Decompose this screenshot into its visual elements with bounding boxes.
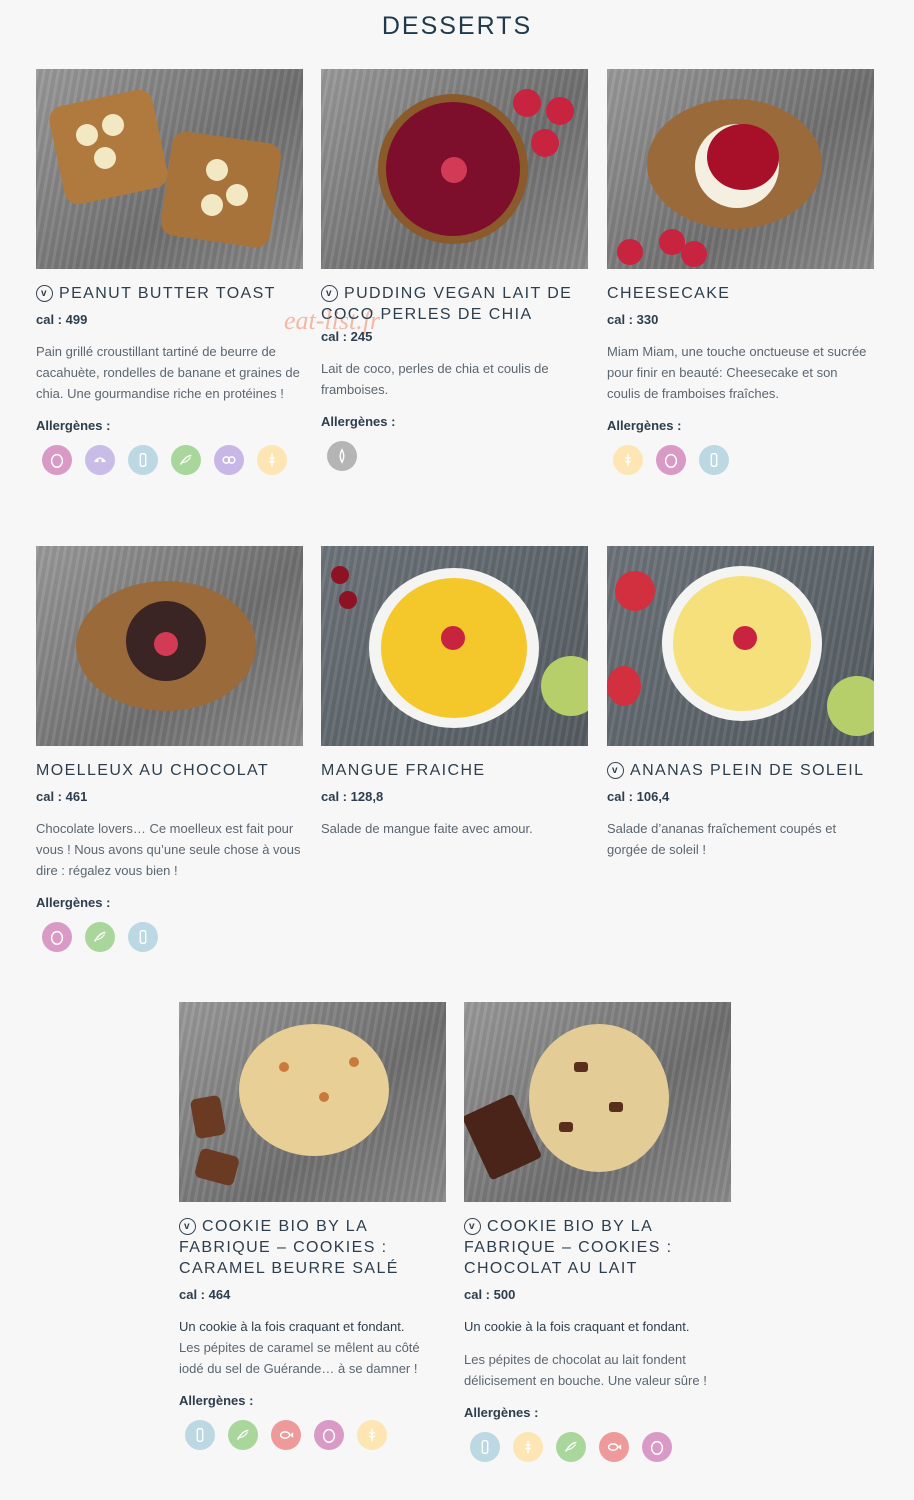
product-card-pudding-vegan[interactable]: v PUDDING VEGAN LAIT DE COCO PERLES DE CH… [321, 69, 588, 471]
allergen-list [42, 445, 303, 475]
product-image[interactable] [36, 546, 303, 746]
allergens-label: Allergènes : [464, 1405, 539, 1420]
milk-allergen-icon [128, 445, 158, 475]
peanut-allergen-icon [228, 1420, 258, 1450]
egg-allergen-icon [314, 1420, 344, 1450]
allergen-list [470, 1432, 731, 1462]
egg-allergen-icon [42, 445, 72, 475]
product-description: Salade d’ananas fraîchement coupés et go… [607, 821, 837, 857]
product-description-strong: Un cookie à la fois craquant et fondant. [464, 1319, 690, 1334]
peanut-allergen-icon [85, 922, 115, 952]
product-card-peanut-butter-toast[interactable]: v PEANUT BUTTER TOAST cal : 499 Pain gril… [36, 69, 303, 475]
product-card-moelleux[interactable]: MOELLEUX AU CHOCOLAT cal : 461 Chocolate… [36, 546, 303, 952]
product-card-cookie-chocolat[interactable]: v COOKIE BIO BY LA FABRIQUE – COOKIES : C… [464, 1002, 731, 1462]
page-title: DESSERTS [381, 12, 533, 40]
calories: cal : 499 [36, 312, 88, 327]
calories: cal : 245 [321, 329, 373, 344]
vegan-icon: v [179, 1218, 196, 1235]
peanut-allergen-icon [556, 1432, 586, 1462]
product-image[interactable] [607, 546, 874, 746]
egg-allergen-icon [642, 1432, 672, 1462]
milk-allergen-icon [128, 922, 158, 952]
product-image[interactable] [179, 1002, 446, 1202]
fish-allergen-icon [271, 1420, 301, 1450]
product-description-strong: Un cookie à la fois craquant et fondant. [179, 1319, 405, 1334]
product-description: Miam Miam, une touche onctueuse et sucré… [607, 344, 867, 401]
product-card-mangue[interactable]: MANGUE FRAICHE cal : 128,8 Salade de man… [321, 546, 588, 839]
gluten-allergen-icon [257, 445, 287, 475]
allergens-label: Allergènes : [36, 895, 111, 910]
allergens-label: Allergènes : [179, 1393, 254, 1408]
milk-allergen-icon [185, 1420, 215, 1450]
product-card-cheesecake[interactable]: CHEESECAKE cal : 330 Miam Miam, une touc… [607, 69, 874, 475]
egg-allergen-icon [42, 922, 72, 952]
calories: cal : 464 [179, 1287, 231, 1302]
product-image[interactable] [321, 546, 588, 746]
milk-allergen-icon [699, 445, 729, 475]
gluten-allergen-icon [513, 1432, 543, 1462]
vegan-icon: v [321, 285, 338, 302]
sesame-allergen-icon [327, 441, 357, 471]
allergen-list [185, 1420, 446, 1450]
product-description: Les pépites de caramel se mêlent au côté… [179, 1340, 420, 1376]
product-image[interactable] [464, 1002, 731, 1202]
gluten-allergen-icon [613, 445, 643, 475]
product-name[interactable]: v COOKIE BIO BY LA FABRIQUE – COOKIES : C… [179, 1216, 446, 1279]
milk-allergen-icon [470, 1432, 500, 1462]
product-description: Les pépites de chocolat au lait fondent … [464, 1352, 707, 1388]
product-image[interactable] [321, 69, 588, 269]
peanut-allergen-icon [171, 445, 201, 475]
fish-allergen-icon [599, 1432, 629, 1462]
vegan-icon: v [607, 762, 624, 779]
allergen-list [42, 922, 303, 952]
product-name[interactable]: v COOKIE BIO BY LA FABRIQUE – COOKIES : C… [464, 1216, 731, 1279]
product-description: Pain grillé croustillant tartiné de beur… [36, 344, 300, 401]
soy-allergen-icon [85, 445, 115, 475]
product-name[interactable]: MOELLEUX AU CHOCOLAT [36, 760, 303, 781]
calories: cal : 500 [464, 1287, 516, 1302]
product-card-ananas[interactable]: v ANANAS PLEIN DE SOLEIL cal : 106,4 Sala… [607, 546, 874, 860]
allergen-list [327, 441, 588, 471]
egg-allergen-icon [656, 445, 686, 475]
calories: cal : 128,8 [321, 789, 384, 804]
product-name[interactable]: v PUDDING VEGAN LAIT DE COCO PERLES DE CH… [321, 283, 588, 325]
calories: cal : 461 [36, 789, 88, 804]
vegan-icon: v [36, 285, 53, 302]
allergens-label: Allergènes : [321, 414, 396, 429]
product-name[interactable]: v ANANAS PLEIN DE SOLEIL [607, 760, 874, 781]
product-description: Chocolate lovers… Ce moelleux est fait p… [36, 821, 301, 878]
nuts-allergen-icon [214, 445, 244, 475]
allergens-label: Allergènes : [607, 418, 682, 433]
product-name[interactable]: MANGUE FRAICHE [321, 760, 588, 781]
gluten-allergen-icon [357, 1420, 387, 1450]
product-image[interactable] [607, 69, 874, 269]
vegan-icon: v [464, 1218, 481, 1235]
product-name[interactable]: CHEESECAKE [607, 283, 874, 304]
calories: cal : 330 [607, 312, 659, 327]
calories: cal : 106,4 [607, 789, 670, 804]
allergens-label: Allergènes : [36, 418, 111, 433]
product-description: Lait de coco, perles de chia et coulis d… [321, 361, 549, 397]
product-description: Salade de mangue faite avec amour. [321, 821, 533, 836]
product-name[interactable]: v PEANUT BUTTER TOAST [36, 283, 303, 304]
allergen-list [613, 445, 874, 475]
product-card-cookie-caramel[interactable]: v COOKIE BIO BY LA FABRIQUE – COOKIES : C… [179, 1002, 446, 1450]
product-image[interactable] [36, 69, 303, 269]
